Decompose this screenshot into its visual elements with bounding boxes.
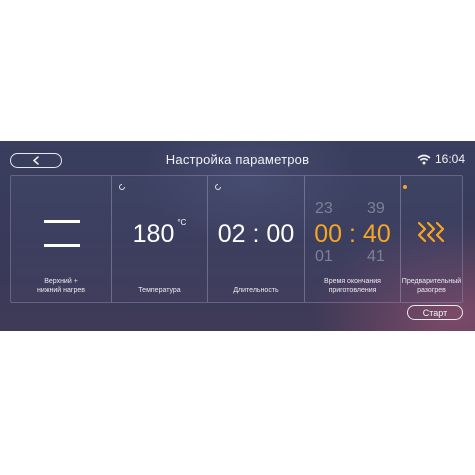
- temperature-unit: °C: [177, 218, 187, 227]
- end-time-label-line1: Время окончания: [324, 278, 381, 285]
- page-title: Настройка параметров: [165, 152, 310, 167]
- clock: 16:04: [434, 152, 465, 166]
- preheat-waves-icon: [417, 221, 445, 243]
- wifi-icon: [417, 154, 431, 164]
- duration-tile[interactable]: 02 : 00 Длительность: [208, 176, 304, 302]
- time-separator: :: [349, 220, 356, 248]
- preheat-label-line1: Предварительный: [401, 278, 462, 285]
- end-hours-prev[interactable]: 23: [315, 200, 333, 218]
- duration-hours: 02: [217, 220, 246, 248]
- settings-panel: Верхний + нижний нагрев 180 °C Температур…: [10, 175, 463, 303]
- end-minutes[interactable]: 40: [363, 220, 391, 248]
- preheat-indicator-dot: [403, 185, 407, 189]
- heating-mode-label-line2: нижний нагрев: [37, 287, 85, 294]
- end-time-tile[interactable]: 23 39 00 : 40 01 41 Время окончания приг…: [305, 176, 400, 302]
- start-button[interactable]: Старт: [407, 305, 463, 320]
- end-time-label-line2: приготовления: [328, 287, 377, 294]
- end-hours[interactable]: 00: [314, 220, 342, 248]
- temperature-value: 180: [132, 220, 175, 248]
- oven-settings-screen: Настройка параметров 16:04 Верхний + ниж…: [0, 141, 475, 331]
- status-bar: 16:04: [417, 152, 465, 166]
- reset-icon[interactable]: [118, 183, 126, 191]
- end-minutes-prev[interactable]: 39: [367, 200, 385, 218]
- upper-lower-heating-icon: [44, 220, 80, 247]
- heating-mode-label-line1: Верхний +: [44, 278, 78, 285]
- time-separator: :: [252, 220, 260, 248]
- preheat-tile[interactable]: Предварительный разогрев: [401, 176, 462, 302]
- preheat-label-line2: разогрев: [417, 287, 446, 294]
- temperature-tile[interactable]: 180 °C Температура: [112, 176, 207, 302]
- duration-minutes: 00: [266, 220, 295, 248]
- end-minutes-next[interactable]: 41: [367, 248, 385, 266]
- duration-label: Длительность: [233, 287, 279, 294]
- end-hours-next[interactable]: 01: [315, 248, 333, 266]
- reset-icon[interactable]: [214, 183, 222, 191]
- heating-mode-tile[interactable]: Верхний + нижний нагрев: [11, 176, 111, 302]
- temperature-label: Температура: [138, 287, 181, 294]
